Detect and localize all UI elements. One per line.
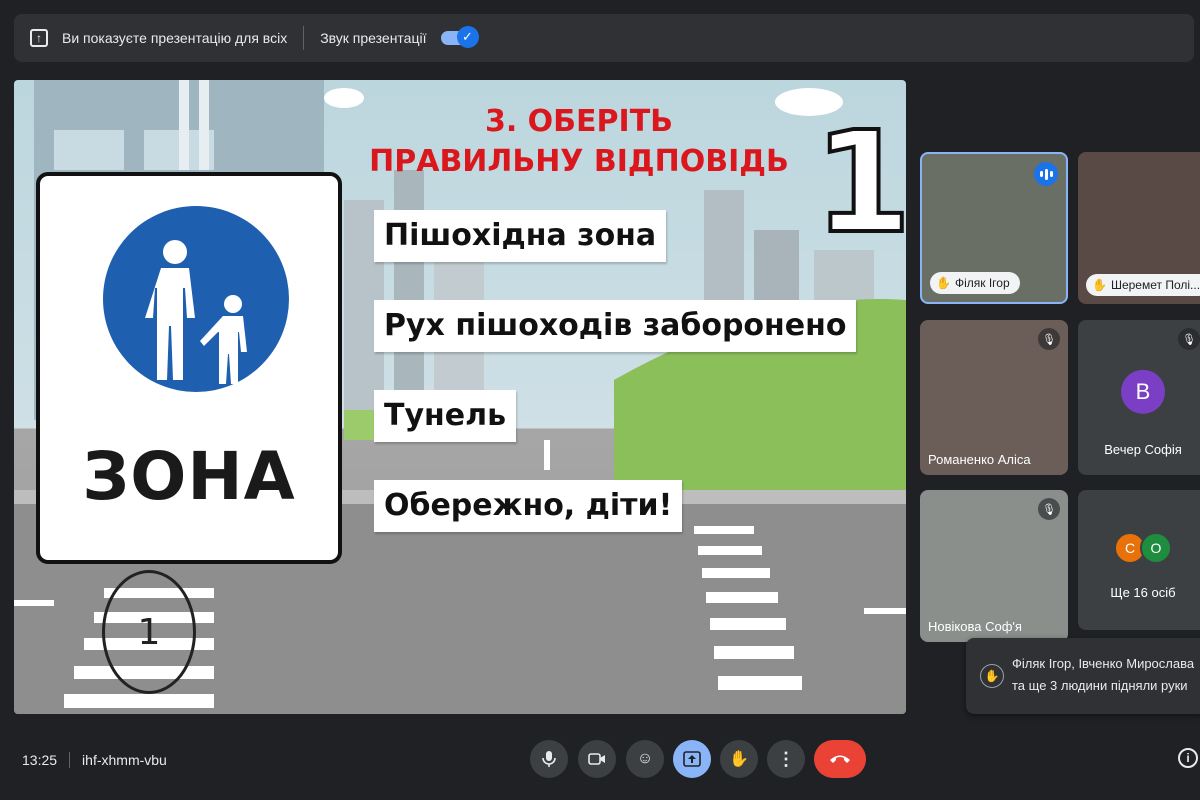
participant-name-pill: ✋ Шеремет Полі... — [1086, 274, 1200, 296]
raised-hand-icon: ✋ — [1092, 278, 1107, 292]
banner-divider — [303, 26, 305, 50]
raise-hand-button[interactable]: ✋ — [720, 740, 758, 778]
camera-icon — [588, 753, 605, 765]
speaking-indicator-icon — [1034, 162, 1058, 186]
sign-blue-circle — [103, 206, 289, 392]
meeting-time: 13:25 — [22, 752, 58, 768]
raised-hand-icon: ✋ — [936, 276, 951, 290]
participant-tile[interactable]: 🎙 В Вечер Софія — [1078, 320, 1200, 475]
shared-slide: ЗОНА 3. ОБЕРІТЬ ПРАВИЛЬНУ ВІДПОВІДЬ 1 Пі… — [14, 80, 906, 714]
present-to-all-icon: ↑ — [30, 29, 48, 47]
microphone-icon — [542, 751, 556, 767]
answer-option-3[interactable]: Тунель — [374, 390, 517, 442]
participant-name: Романенко Аліса — [928, 452, 1031, 467]
presenting-banner: ↑ Ви показуєте презентацію для всіх Звук… — [14, 14, 1194, 62]
answer-option-4[interactable]: Обережно, діти! — [374, 480, 683, 532]
meeting-details-icon[interactable]: i — [1178, 748, 1198, 768]
meeting-info: 13:25 ihf-xhmm-vbu — [22, 752, 167, 768]
present-now-button[interactable] — [673, 740, 711, 778]
handwritten-mark: 1 — [102, 570, 196, 694]
participant-name: Вечер Софія — [1104, 442, 1182, 457]
slide-title: 3. ОБЕРІТЬ ПРАВИЛЬНУ ВІДПОВІДЬ — [344, 102, 814, 182]
answer-option-2[interactable]: Рух пішоходів заборонено — [374, 300, 857, 352]
mic-off-icon: 🎙 — [1038, 328, 1060, 350]
avatar: В — [1121, 369, 1165, 414]
slide-title-line1: 3. ОБЕРІТЬ — [484, 104, 674, 139]
participant-name-pill: ✋ Філяк Ігор — [930, 272, 1020, 294]
toast-line-2: та ще 3 людини підняли руки — [1012, 678, 1188, 693]
mic-off-icon: 🎙 — [1178, 328, 1200, 350]
mic-off-icon: 🎙 — [1038, 498, 1060, 520]
pedestrian-zone-sign: ЗОНА — [36, 172, 342, 564]
more-participants-label: Ще 16 осіб — [1110, 585, 1176, 600]
participant-tile[interactable]: 🎙 Новікова Соф'я — [920, 490, 1068, 642]
hand-icon: ✋ — [729, 751, 749, 768]
more-vert-icon: ⋮ — [777, 748, 795, 769]
participant-name: Новікова Соф'я — [928, 619, 1022, 634]
presenting-text: Ви показуєте презентацію для всіх — [62, 30, 288, 46]
meeting-code: ihf-xhmm-vbu — [82, 752, 167, 768]
toast-line-1: Філяк Ігор, Івченко Мирослава — [1012, 656, 1195, 671]
presentation-sound-toggle[interactable]: ✓ — [440, 26, 479, 48]
participant-tile[interactable]: ✋ Шеремет Полі... — [1078, 152, 1200, 304]
participant-tile[interactable]: ✋ Філяк Ігор — [920, 152, 1068, 304]
participant-tile[interactable]: 🎙 Романенко Аліса — [920, 320, 1068, 475]
emoji-icon: ☺ — [636, 750, 654, 767]
presentation-sound-label: Звук презентації — [320, 30, 427, 46]
avatar: О — [1140, 532, 1172, 564]
reactions-button[interactable]: ☺ — [626, 740, 664, 778]
pedestrians-icon — [145, 240, 247, 384]
hang-up-icon — [830, 755, 850, 763]
sign-zona-text: ЗОНА — [82, 438, 296, 515]
camera-button[interactable] — [578, 740, 616, 778]
answer-option-1[interactable]: Пішохідна зона — [374, 210, 667, 262]
present-icon — [683, 751, 701, 767]
more-options-button[interactable]: ⋮ — [767, 740, 805, 778]
more-participants-tile[interactable]: С О Ще 16 осіб — [1078, 490, 1200, 630]
microphone-button[interactable] — [530, 740, 568, 778]
raised-hand-icon: ✋ — [980, 664, 1004, 688]
participant-avatars: С О — [1114, 532, 1172, 564]
meeting-info-divider — [69, 752, 71, 768]
leave-call-button[interactable] — [814, 740, 866, 778]
check-icon: ✓ — [456, 26, 479, 48]
slide-number: 1 — [812, 102, 906, 265]
raised-hands-toast[interactable]: ✋ Філяк Ігор, Івченко Мирослава та ще 3 … — [966, 638, 1200, 714]
slide-title-line2: ПРАВИЛЬНУ ВІДПОВІДЬ — [369, 144, 789, 179]
